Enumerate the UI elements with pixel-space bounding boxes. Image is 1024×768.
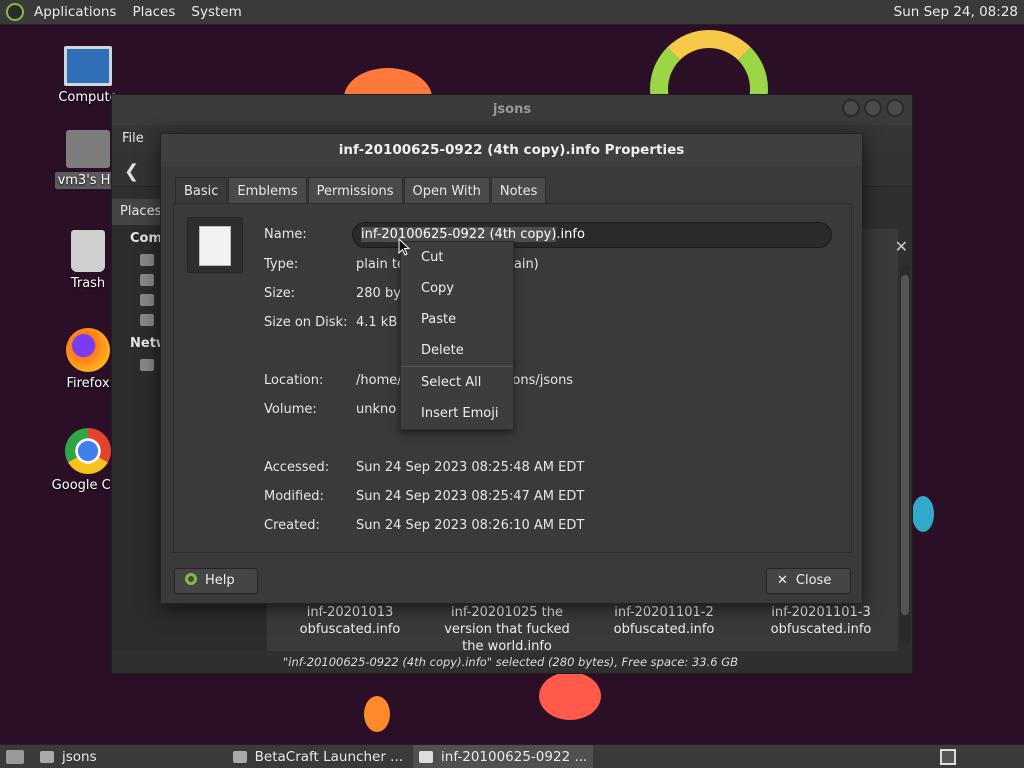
taskbar-item-properties[interactable]: inf-20100625-0922 ...	[413, 744, 594, 768]
workspace-switcher-icon[interactable]	[940, 749, 956, 765]
size-on-disk-label: Size on Disk:	[264, 315, 348, 330]
dialog-title: inf-20100625-0922 (4th copy).info Proper…	[161, 134, 862, 166]
menu-item-select-all[interactable]: Select All	[401, 367, 513, 398]
context-menu: Cut Copy Paste Delete Select All Insert …	[400, 241, 514, 430]
menu-file[interactable]: File	[122, 131, 144, 146]
window-title: jsons	[112, 95, 912, 125]
location-label: Location:	[264, 373, 324, 388]
file-item[interactable]: inf-20201025 the version that fucked the…	[432, 604, 582, 655]
tab-open-with[interactable]: Open With	[403, 177, 490, 204]
chrome-icon	[65, 428, 111, 474]
mouse-cursor-icon	[398, 238, 410, 256]
name-extension-text: .info	[556, 227, 585, 242]
trash-icon	[71, 230, 105, 272]
type-value: plain te	[356, 257, 405, 272]
name-selected-text: inf-20100625-0922 (4th copy)	[361, 227, 557, 242]
trash-icon[interactable]	[140, 314, 154, 326]
type-label: Type:	[264, 257, 299, 272]
tab-bar: Basic Emblems Permissions Open With Note…	[175, 177, 547, 204]
taskbar-item-label: BetaCraft Launcher ...	[254, 748, 404, 765]
show-desktop-icon[interactable]	[6, 749, 24, 764]
panel-clock[interactable]: Sun Sep 24, 08:28	[894, 4, 1018, 20]
wallpaper-small-drop	[364, 696, 390, 732]
menu-places[interactable]: Places	[124, 4, 183, 20]
desktop-icon-label: Firefox	[66, 376, 110, 391]
tab-permissions[interactable]: Permissions	[307, 177, 403, 204]
file-name-line: obfuscated.info	[770, 622, 872, 637]
file-name-line: inf-20201025 the	[450, 605, 564, 620]
distro-logo-icon[interactable]	[6, 3, 24, 21]
accessed-label: Accessed:	[264, 460, 330, 475]
close-icon[interactable]: ✕	[895, 237, 908, 256]
home-folder-icon	[66, 130, 110, 168]
tab-notes[interactable]: Notes	[490, 177, 547, 204]
menu-item-paste[interactable]: Paste	[401, 304, 513, 335]
name-label: Name:	[264, 227, 307, 242]
volume-label: Volume:	[264, 402, 317, 417]
menu-item-copy[interactable]: Copy	[401, 273, 513, 304]
file-name-line: inf-20201101-3	[771, 605, 871, 620]
created-label: Created:	[264, 518, 320, 533]
modified-value: Sun 24 Sep 2023 08:25:47 AM EDT	[356, 489, 585, 504]
text-document-icon	[199, 226, 231, 266]
help-button[interactable]: Help	[174, 568, 258, 594]
volume-value: unkno	[356, 402, 397, 417]
file-item[interactable]: inf-20201101-3 obfuscated.info	[746, 604, 896, 638]
network-icon[interactable]	[140, 359, 154, 371]
file-name-line: inf-20201101-2	[614, 605, 714, 620]
file-item[interactable]: inf-20201101-2 obfuscated.info	[589, 604, 739, 638]
filesystem-icon[interactable]	[140, 294, 154, 306]
created-value: Sun 24 Sep 2023 08:26:10 AM EDT	[356, 518, 585, 533]
folder-icon	[40, 750, 54, 763]
wallpaper-orange-drop	[539, 672, 601, 720]
scrollbar-thumb[interactable]	[901, 275, 909, 615]
accessed-value: Sun 24 Sep 2023 08:25:48 AM EDT	[356, 460, 585, 475]
menu-system[interactable]: System	[183, 4, 249, 20]
desktop-icon-label: Trash	[70, 276, 106, 291]
top-panel: Applications Places System Sun Sep 24, 0…	[0, 0, 1024, 25]
close-button-label: Close	[795, 573, 832, 588]
size-label: Size:	[264, 286, 296, 301]
modified-label: Modified:	[264, 489, 324, 504]
firefox-icon	[66, 328, 110, 372]
status-bar: "inf-20100625-0922 (4th copy).info" sele…	[267, 651, 912, 673]
menu-item-cut[interactable]: Cut	[401, 242, 513, 273]
close-icon: ✕	[777, 573, 788, 588]
tab-basic[interactable]: Basic	[175, 177, 228, 204]
file-item[interactable]: inf-20201013 obfuscated.info	[275, 604, 425, 638]
menu-item-delete[interactable]: Delete	[401, 335, 513, 366]
minimize-button[interactable]	[842, 99, 860, 117]
file-name-line: obfuscated.info	[613, 622, 715, 637]
tab-emblems[interactable]: Emblems	[228, 177, 307, 204]
taskbar-item-jsons[interactable]: jsons	[34, 745, 103, 768]
computer-icon	[64, 46, 112, 86]
size-value: 280 byt	[356, 286, 406, 301]
maximize-button[interactable]	[864, 99, 882, 117]
close-button[interactable]: ✕ Close	[766, 568, 851, 594]
home-icon[interactable]	[140, 254, 154, 266]
file-name-line: version that fucked	[444, 622, 570, 637]
file-name-line: obfuscated.info	[299, 622, 401, 637]
help-button-label: Help	[205, 573, 235, 588]
wallpaper-teal-drop	[912, 496, 934, 532]
desktop-icon[interactable]	[140, 274, 154, 286]
scrollbar[interactable]	[900, 265, 910, 643]
close-window-button[interactable]	[886, 99, 904, 117]
menu-item-insert-emoji[interactable]: Insert Emoji	[401, 398, 513, 429]
help-icon	[185, 573, 197, 585]
text-document-icon	[419, 750, 434, 763]
back-icon[interactable]: ❮	[124, 161, 139, 182]
taskbar-item-label: inf-20100625-0922 ...	[441, 748, 588, 765]
desktop-icon-label: Compute	[58, 90, 118, 105]
taskbar-item-label: jsons	[62, 748, 97, 765]
menu-applications[interactable]: Applications	[26, 4, 124, 20]
file-type-icon[interactable]	[187, 217, 243, 273]
taskbar-item-betacraft[interactable]: BetaCraft Launcher ...	[227, 745, 409, 768]
file-name-line: inf-20201013	[306, 605, 394, 620]
location-value: /home/	[356, 373, 402, 388]
taskbar: jsons BetaCraft Launcher ... inf-2010062…	[0, 744, 1024, 768]
java-icon	[232, 750, 247, 763]
